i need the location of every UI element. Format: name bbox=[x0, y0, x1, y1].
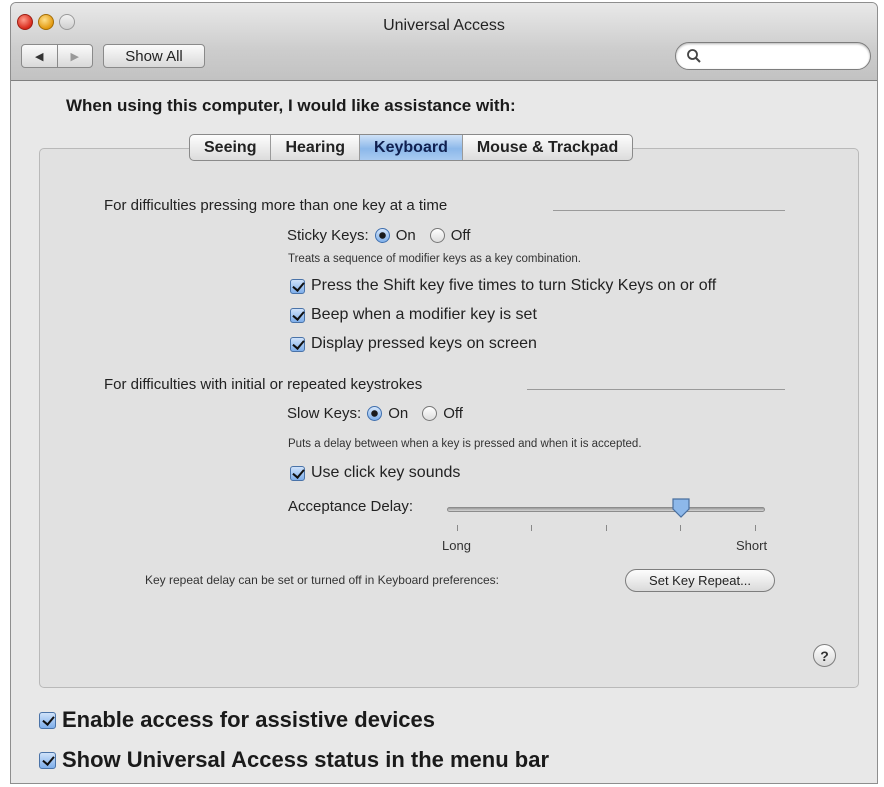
help-button[interactable]: ? bbox=[813, 644, 836, 667]
sticky-description: Treats a sequence of modifier keys as a … bbox=[288, 253, 581, 265]
display-keys-checkbox[interactable] bbox=[290, 336, 305, 352]
back-button[interactable]: ◀ bbox=[22, 45, 57, 67]
sticky-off-label[interactable]: Off bbox=[451, 227, 471, 244]
acceptance-delay-label: Acceptance Delay: bbox=[288, 498, 414, 515]
shift-five-times-option[interactable]: Press the Shift key five times to turn S… bbox=[290, 277, 716, 295]
click-sounds-checkbox[interactable] bbox=[290, 465, 305, 481]
slow-on-label[interactable]: On bbox=[388, 405, 408, 422]
back-forward-control: ◀ ▶ bbox=[21, 44, 93, 68]
sticky-on-label[interactable]: On bbox=[396, 227, 416, 244]
tab-hearing[interactable]: Hearing bbox=[270, 135, 359, 160]
menu-status-label[interactable]: Show Universal Access status in the menu… bbox=[62, 747, 549, 773]
sticky-on-radio[interactable] bbox=[374, 228, 390, 243]
set-key-repeat-button[interactable]: Set Key Repeat... bbox=[625, 569, 775, 592]
tab-keyboard[interactable]: Keyboard bbox=[359, 135, 462, 160]
sticky-keys-label: Sticky Keys: bbox=[287, 227, 369, 244]
sticky-section-title: For difficulties pressing more than one … bbox=[104, 197, 448, 214]
click-sounds-option[interactable]: Use click key sounds bbox=[290, 464, 460, 482]
preferences-window: Universal Access ◀ ▶ Show All When using… bbox=[10, 2, 878, 784]
slider-max-label: Short bbox=[736, 538, 768, 553]
slow-keys-row: Slow Keys: On Off bbox=[287, 405, 463, 422]
search-input[interactable] bbox=[675, 42, 871, 70]
slider-tick bbox=[755, 525, 756, 531]
tab-seeing[interactable]: Seeing bbox=[190, 135, 270, 160]
slow-description: Puts a delay between when a key is press… bbox=[288, 438, 642, 450]
menu-status-option[interactable]: Show Universal Access status in the menu… bbox=[39, 747, 549, 773]
tab-bar: Seeing Hearing Keyboard Mouse & Trackpad bbox=[189, 134, 634, 161]
slider-tick bbox=[457, 525, 458, 531]
sticky-off-radio[interactable] bbox=[429, 228, 445, 243]
click-sounds-label[interactable]: Use click key sounds bbox=[311, 464, 460, 482]
slider-knob[interactable] bbox=[671, 497, 691, 519]
acceptance-delay-slider[interactable] bbox=[447, 507, 765, 512]
slider-min-label: Long bbox=[442, 538, 471, 553]
search-icon bbox=[687, 49, 701, 63]
assistive-devices-checkbox[interactable] bbox=[39, 711, 56, 729]
window-title: Universal Access bbox=[383, 17, 505, 34]
sticky-keys-row: Sticky Keys: On Off bbox=[287, 227, 470, 244]
assistance-prompt: When using this computer, I would like a… bbox=[66, 96, 516, 115]
assistive-devices-label[interactable]: Enable access for assistive devices bbox=[62, 707, 435, 733]
slider-tick bbox=[680, 525, 681, 531]
forward-button[interactable]: ▶ bbox=[56, 45, 93, 67]
key-repeat-text: Key repeat delay can be set or turned of… bbox=[145, 573, 499, 587]
show-all-button[interactable]: Show All bbox=[103, 44, 205, 68]
slow-section-title: For difficulties with initial or repeate… bbox=[104, 376, 423, 393]
slow-on-radio[interactable] bbox=[367, 406, 383, 421]
slider-tick bbox=[531, 525, 532, 531]
menu-status-checkbox[interactable] bbox=[39, 751, 56, 769]
title-bar: Universal Access ◀ ▶ Show All bbox=[11, 3, 877, 81]
beep-modifier-checkbox[interactable] bbox=[290, 307, 305, 323]
shift-five-times-label[interactable]: Press the Shift key five times to turn S… bbox=[311, 277, 716, 295]
beep-modifier-option[interactable]: Beep when a modifier key is set bbox=[290, 306, 537, 324]
tab-mouse-trackpad[interactable]: Mouse & Trackpad bbox=[461, 135, 632, 160]
slow-off-label[interactable]: Off bbox=[443, 405, 463, 422]
slow-keys-label: Slow Keys: bbox=[287, 405, 362, 422]
display-keys-label[interactable]: Display pressed keys on screen bbox=[311, 335, 537, 353]
slow-off-radio[interactable] bbox=[422, 406, 438, 421]
slider-tick bbox=[606, 525, 607, 531]
assistive-devices-option[interactable]: Enable access for assistive devices bbox=[39, 707, 435, 733]
shift-five-times-checkbox[interactable] bbox=[290, 278, 305, 294]
slow-section-rule bbox=[527, 389, 785, 390]
display-keys-option[interactable]: Display pressed keys on screen bbox=[290, 335, 537, 353]
beep-modifier-label[interactable]: Beep when a modifier key is set bbox=[311, 306, 537, 324]
sticky-section-rule bbox=[553, 210, 785, 211]
